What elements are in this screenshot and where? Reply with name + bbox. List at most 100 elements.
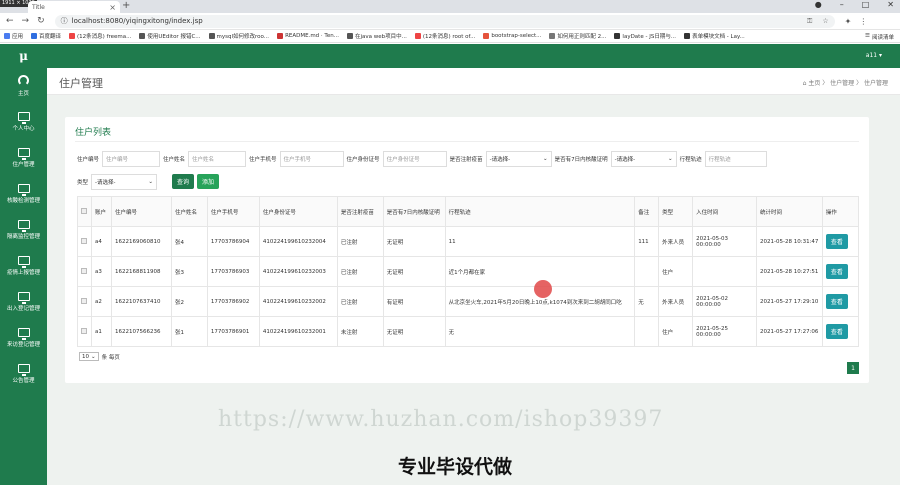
window-close-icon[interactable]: ✕ bbox=[887, 0, 894, 9]
bookmark-item[interactable]: 应用 bbox=[4, 32, 23, 40]
checkbox[interactable] bbox=[81, 267, 87, 274]
view-button[interactable]: 查看 bbox=[825, 234, 848, 249]
column-header: 行程轨迹 bbox=[444, 196, 636, 227]
bookmark-item[interactable]: (12条消息) root of... bbox=[414, 32, 475, 40]
itinerary-input[interactable]: 行程轨迹 bbox=[704, 150, 767, 167]
sidebar-item-access[interactable]: 出入登记管理 bbox=[0, 284, 47, 320]
page-size-control: 10 ⌄ 条 每页 bbox=[79, 352, 120, 361]
cell-note bbox=[634, 256, 660, 287]
row-select[interactable] bbox=[77, 256, 92, 287]
row-select[interactable] bbox=[77, 226, 92, 257]
page-button-current[interactable]: 1 bbox=[847, 362, 859, 374]
cell-id: 410224199610232003 bbox=[258, 256, 338, 287]
view-button[interactable]: 查看 bbox=[825, 324, 848, 339]
table-row: a2 1622107637410 张2 17703786902 41022419… bbox=[77, 286, 860, 317]
star-icon[interactable]: ☆ bbox=[822, 17, 828, 26]
reload-icon[interactable]: ↻ bbox=[37, 16, 45, 26]
chevron-down-icon: ⌄ bbox=[91, 353, 96, 360]
sidebar-item-isolation[interactable]: 隔离监控管理 bbox=[0, 212, 47, 248]
bookmark-item[interactable]: 百度翻译 bbox=[31, 32, 61, 40]
extensions-icon[interactable]: ✦ bbox=[845, 17, 852, 26]
minimize-icon[interactable]: – bbox=[840, 0, 844, 9]
resident-list-panel: 住户列表 住户编号 住户编号 住户姓名 住户姓名 住户手机号 住户手机号 住户身… bbox=[65, 117, 869, 383]
cell-id: 410224199610232001 bbox=[258, 316, 338, 347]
maximize-icon[interactable]: □ bbox=[862, 0, 870, 9]
new-tab-icon[interactable]: + bbox=[122, 0, 130, 11]
view-button[interactable]: 查看 bbox=[825, 264, 848, 279]
sidebar-item-report[interactable]: 疫情上报管理 bbox=[0, 248, 47, 284]
resident-number-input[interactable]: 住户编号 bbox=[102, 150, 161, 167]
add-button[interactable]: 添加 bbox=[197, 174, 220, 189]
cell-type: 住户 bbox=[658, 316, 694, 347]
cell-number: 1622107566236 bbox=[110, 316, 172, 347]
monitor-icon bbox=[17, 328, 30, 340]
reading-list[interactable]: ☰ 阅读清单 bbox=[865, 33, 894, 41]
menu-icon[interactable]: ⋮ bbox=[859, 17, 867, 26]
sidebar-item-testing[interactable]: 核酸检测管理 bbox=[0, 176, 47, 212]
bookmark-item[interactable]: 表单模块文档 - Lay... bbox=[684, 32, 745, 40]
view-button[interactable]: 查看 bbox=[825, 294, 848, 309]
sidebar-item-residents[interactable]: 住户管理 bbox=[0, 140, 47, 176]
checkbox[interactable] bbox=[81, 237, 87, 244]
cell-type: 外来人员 bbox=[658, 226, 694, 257]
cell-phone: 17703786904 bbox=[206, 226, 260, 257]
sidebar-item-visitors[interactable]: 来访登记管理 bbox=[0, 320, 47, 356]
top-bar: a11 ▾ bbox=[47, 44, 900, 68]
cell-id: 410224199610232004 bbox=[258, 226, 338, 257]
checkbox[interactable] bbox=[81, 207, 87, 214]
bookmark-item[interactable]: layDate - JS日期与... bbox=[614, 32, 676, 40]
select-all-cell[interactable] bbox=[77, 196, 92, 227]
column-header: 住户身份证号 bbox=[258, 196, 338, 227]
bookmark-item[interactable]: 如何用正则匹配 2... bbox=[549, 32, 606, 40]
sidebar-item-profile[interactable]: 个人中心 bbox=[0, 104, 47, 140]
column-header: 是否有7日内核酸证明 bbox=[382, 196, 446, 227]
close-icon[interactable]: × bbox=[109, 3, 116, 12]
cell-stat-time: 2021-05-27 17:29:10 bbox=[756, 286, 823, 317]
video-caption: 专业毕设代做 bbox=[398, 456, 513, 478]
column-header: 住户姓名 bbox=[170, 196, 208, 227]
sidebar-item-home[interactable]: 主页 bbox=[0, 68, 47, 104]
table-row: a4 1622169060810 张4 17703786904 41022419… bbox=[77, 226, 860, 257]
vaccinated-select[interactable]: -请选择- ⌄ bbox=[485, 150, 552, 167]
resident-id-input[interactable]: 住户身份证号 bbox=[382, 150, 447, 167]
key-icon[interactable]: ⚿ bbox=[807, 17, 812, 26]
cell-phone: 17703786902 bbox=[206, 286, 260, 317]
cell-note: 111 bbox=[634, 226, 660, 257]
column-header: 备注 bbox=[634, 196, 660, 227]
page-size-select[interactable]: 10 ⌄ bbox=[79, 352, 99, 361]
type-select[interactable]: -请选择- ⌄ bbox=[91, 173, 158, 190]
account-icon[interactable]: ● bbox=[815, 0, 822, 9]
browser-tab-strip: 1911 × 1030 Title × + ● – □ ✕ bbox=[0, 0, 900, 13]
checkbox[interactable] bbox=[81, 297, 87, 304]
cell-stat-time: 2021-05-28 10:31:47 bbox=[756, 226, 823, 257]
bookmark-item[interactable]: README.md · Ten... bbox=[277, 33, 339, 39]
nucleic-proof-select[interactable]: -请选择- ⌄ bbox=[610, 150, 677, 167]
forward-icon[interactable]: → bbox=[22, 16, 30, 26]
cell-vaccinated: 已注射 bbox=[336, 286, 384, 317]
row-select[interactable] bbox=[77, 286, 92, 317]
cell-action: 查看 bbox=[821, 226, 860, 257]
url-input[interactable]: ⓘ localhost:8080/yiqingxitong/index.jsp … bbox=[54, 14, 835, 28]
cell-name: 张2 bbox=[170, 286, 208, 317]
bookmark-item[interactable]: mysql如何修改roo... bbox=[208, 32, 269, 40]
sidebar: μ 主页 个人中心 住户管理 核酸检测管理 隔离监控管理 疫情上报管理 出入登记… bbox=[0, 44, 47, 485]
sidebar-item-notices[interactable]: 公告管理 bbox=[0, 356, 47, 392]
bookmark-item[interactable]: bootstrap-select... bbox=[483, 33, 541, 39]
bookmark-item[interactable]: (12条消息) freema... bbox=[69, 32, 131, 40]
checkbox[interactable] bbox=[81, 327, 87, 334]
search-button[interactable]: 查询 bbox=[172, 174, 195, 189]
resident-name-input[interactable]: 住户姓名 bbox=[188, 150, 247, 167]
cell-name: 张3 bbox=[170, 256, 208, 287]
breadcrumb[interactable]: ⌂ 主页 〉 住户管理 〉 住户管理 bbox=[803, 78, 888, 87]
cell-account: a1 bbox=[90, 316, 112, 347]
bookmark-item[interactable]: 在java web项目中... bbox=[346, 32, 407, 40]
user-menu[interactable]: a11 ▾ bbox=[866, 52, 882, 59]
bookmark-item[interactable]: 使用UEditor 报错C... bbox=[139, 32, 201, 40]
column-header: 账户 bbox=[90, 196, 112, 227]
back-icon[interactable]: ← bbox=[6, 16, 14, 26]
browser-tab[interactable]: Title × bbox=[28, 1, 120, 13]
resident-phone-input[interactable]: 住户手机号 bbox=[279, 150, 344, 167]
cell-account: a3 bbox=[90, 256, 112, 287]
cell-type: 外来人员 bbox=[658, 286, 694, 317]
row-select[interactable] bbox=[77, 316, 92, 347]
